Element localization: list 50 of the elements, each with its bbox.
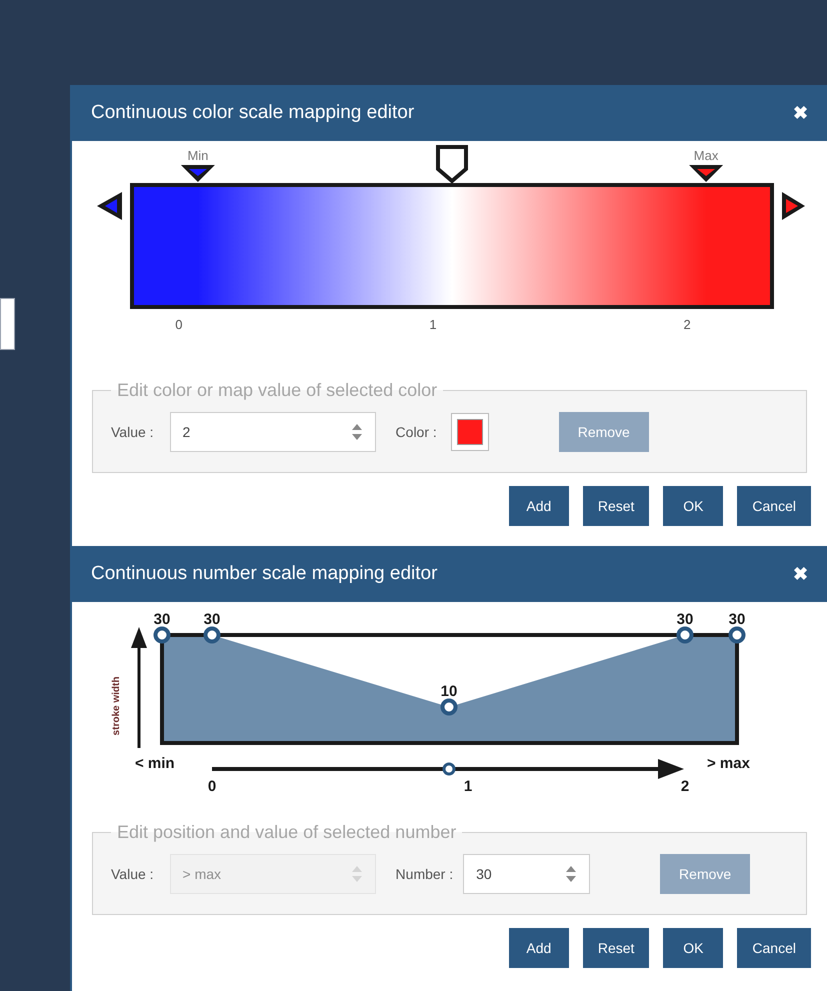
point-value-label: 30 (204, 611, 220, 628)
point-value-label: 30 (676, 611, 694, 628)
point-value-label: 30 (154, 611, 170, 628)
scale-tick-label: 1 (429, 317, 437, 332)
point-value-label: 30 (728, 611, 746, 628)
point-handle[interactable] (440, 698, 458, 716)
value-field: > max (170, 854, 376, 894)
dialog-button[interactable]: Cancel (737, 486, 811, 526)
point-handle[interactable] (676, 626, 694, 644)
dialog-button[interactable]: Cancel (737, 928, 811, 968)
stop-handle[interactable] (689, 165, 724, 182)
axis-label: > max (707, 755, 750, 772)
dialog-title: Continuous number scale mapping editor (91, 562, 438, 586)
point-handle[interactable] (204, 626, 220, 644)
stop-handle[interactable] (436, 145, 468, 184)
stop-handle[interactable] (180, 165, 215, 182)
scale-tick-label: 2 (683, 317, 691, 332)
stop-label: Max (694, 148, 718, 163)
axis-tick-label: 2 (680, 778, 690, 795)
point-handle[interactable] (154, 626, 170, 644)
dialog-button[interactable]: Reset (582, 928, 650, 968)
axis-label: < min (135, 755, 175, 772)
value-field[interactable]: 2 (170, 412, 376, 452)
panel-legend: Edit color or map value of selected color (111, 377, 444, 404)
dialog-button[interactable]: Add (508, 928, 569, 968)
close-button[interactable]: ✖ (793, 560, 808, 588)
above-range-marker[interactable] (782, 192, 805, 220)
axis-tick-label: 0 (208, 778, 216, 795)
page-panel (0, 298, 15, 350)
axis-handle[interactable] (442, 762, 456, 776)
scale-tick-label: 0 (175, 317, 183, 332)
dialog-button[interactable]: OK (663, 486, 724, 526)
stop-label: Min (187, 148, 208, 163)
field-label: Value : (111, 864, 154, 884)
below-range-marker[interactable] (97, 192, 122, 220)
close-button[interactable]: ✖ (793, 100, 808, 126)
dialog-button[interactable]: Reset (582, 486, 650, 526)
dialog-title: Continuous color scale mapping editor (91, 100, 414, 125)
field-label: Color : (396, 422, 437, 442)
panel-legend: Edit position and value of selected number (111, 819, 462, 846)
field-label: Number : (396, 864, 454, 884)
point-handle[interactable] (728, 626, 746, 644)
color-picker[interactable] (450, 413, 489, 451)
field-label: Value : (111, 422, 154, 442)
axis-label: stroke width (111, 676, 122, 736)
dialog-button[interactable]: Add (508, 486, 569, 526)
axis-tick-label: 1 (464, 778, 472, 795)
number-field[interactable]: 30 (463, 854, 590, 894)
dialog-button[interactable]: OK (663, 928, 724, 968)
point-value-label: 10 (440, 683, 458, 700)
